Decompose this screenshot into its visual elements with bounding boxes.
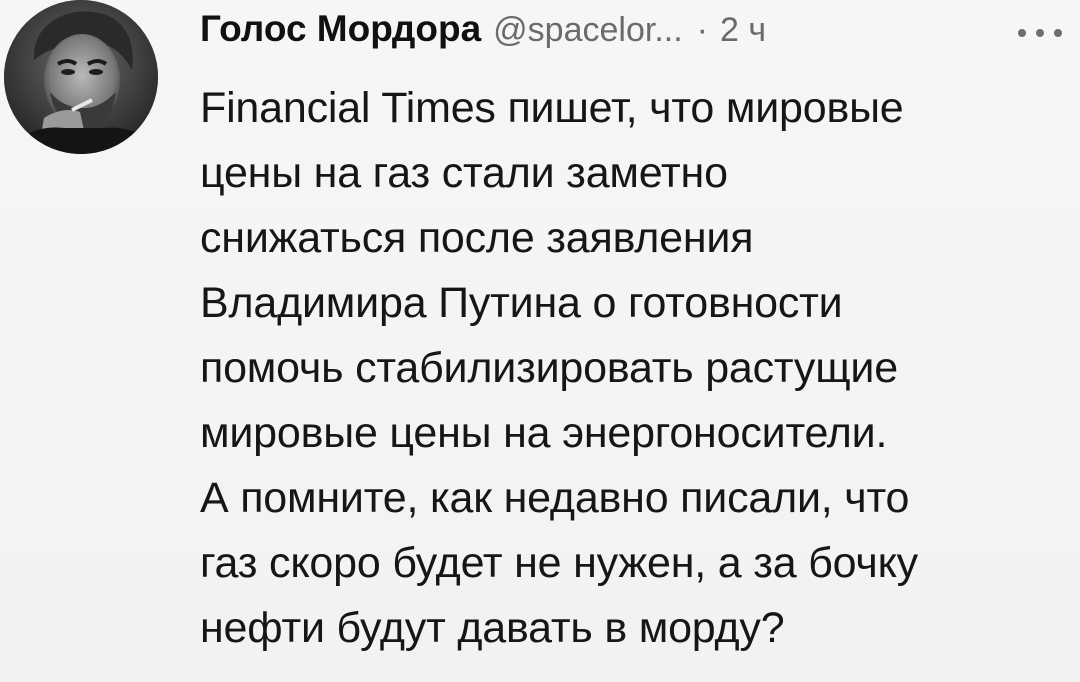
author-display-name[interactable]: Голос Мордора: [200, 8, 481, 50]
tweet-text: Financial Times пишет, что мировые цены …: [200, 76, 1060, 661]
tweet-text-line: Владимира Путина о готовности: [200, 279, 843, 327]
more-horizontal-icon: [1054, 29, 1062, 37]
tweet-text-line: помочь стабилизировать растущие: [200, 344, 898, 392]
tweet-text-line: нефти будут давать в морду?: [200, 604, 785, 652]
tweet-text-line: газ скоро будет не нужен, а за бочку: [200, 539, 918, 587]
tweet-text-line: А помните, как недавно писали, что: [200, 474, 910, 522]
tweet-text-line: цены на газ стали заметно: [200, 149, 728, 197]
more-horizontal-icon: [1018, 29, 1026, 37]
portrait-avatar-icon: [4, 0, 158, 154]
author-avatar[interactable]: [4, 0, 158, 154]
author-handle[interactable]: @spacelor...: [493, 11, 683, 50]
tweet-text-line: мировые цены на энергоносители.: [200, 409, 888, 457]
tweet-timestamp[interactable]: 2 ч: [720, 11, 766, 50]
header-separator: ·: [696, 11, 708, 49]
more-options-button[interactable]: [1018, 26, 1062, 40]
tweet-card: Голос Мордора @spacelor... · 2 ч Financi…: [0, 0, 1080, 682]
tweet-text-line: Financial Times пишет, что мировые: [200, 84, 904, 132]
more-horizontal-icon: [1036, 29, 1044, 37]
tweet-header: Голос Мордора @spacelor... · 2 ч: [200, 8, 766, 58]
tweet-text-line: снижаться после заявления: [200, 214, 754, 262]
